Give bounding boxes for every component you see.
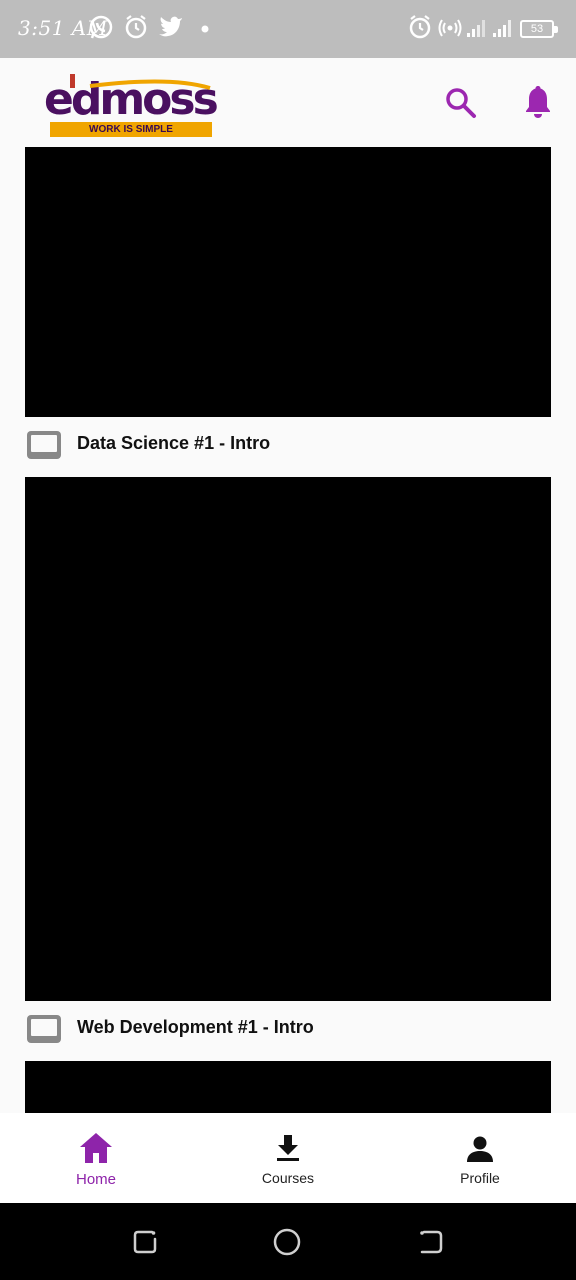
edmoss-logo[interactable]: edmoss WORK IS SIMPLE [44, 74, 220, 138]
logo-tagline: WORK IS SIMPLE [50, 122, 212, 137]
app-header: edmoss WORK IS SIMPLE [0, 58, 576, 148]
video-title: Web Development #1 - Intro [77, 1017, 314, 1037]
video-title-row[interactable]: Web Development #1 - Intro [25, 1009, 551, 1049]
hotspot-icon [438, 19, 462, 37]
back-icon[interactable] [416, 1227, 446, 1257]
search-icon[interactable] [442, 84, 478, 120]
nav-label: Home [75, 1171, 116, 1188]
recents-icon[interactable] [130, 1227, 160, 1257]
laptop-icon [27, 431, 61, 459]
video-title: Data Science #1 - Intro [77, 433, 271, 453]
download-icon [277, 1135, 299, 1161]
signal-icon [493, 20, 511, 37]
nav-profile[interactable]: Profile [384, 1113, 576, 1203]
battery-icon: 53 [520, 20, 558, 38]
video-player[interactable] [25, 477, 551, 1001]
status-bar: 3:51 AM 53 [0, 0, 576, 58]
nav-courses[interactable]: Courses [192, 1113, 384, 1203]
nav-label: Profile [460, 1170, 500, 1186]
nav-label: Courses [261, 1170, 315, 1186]
laptop-icon [27, 1015, 61, 1043]
alarm-icon [125, 15, 147, 39]
dot-icon [201, 25, 209, 33]
signal-icon [467, 20, 485, 37]
person-icon [467, 1136, 493, 1162]
battery-level: 53 [530, 23, 544, 35]
alarm-icon [409, 15, 431, 39]
whatsapp-icon [89, 15, 113, 39]
logo-swoosh [70, 74, 211, 90]
video-player[interactable] [25, 1061, 551, 1113]
twitter-icon [159, 16, 182, 37]
bell-icon[interactable] [518, 82, 558, 122]
video-title-row[interactable]: Data Science #1 - Intro [25, 425, 551, 465]
home-icon [80, 1133, 112, 1163]
nav-home[interactable]: Home [0, 1113, 192, 1203]
system-navigation-bar [0, 1203, 576, 1280]
video-player[interactable] [25, 147, 551, 417]
home-circle-icon[interactable] [272, 1227, 302, 1257]
bottom-navigation: Home Courses Profile [0, 1113, 576, 1203]
